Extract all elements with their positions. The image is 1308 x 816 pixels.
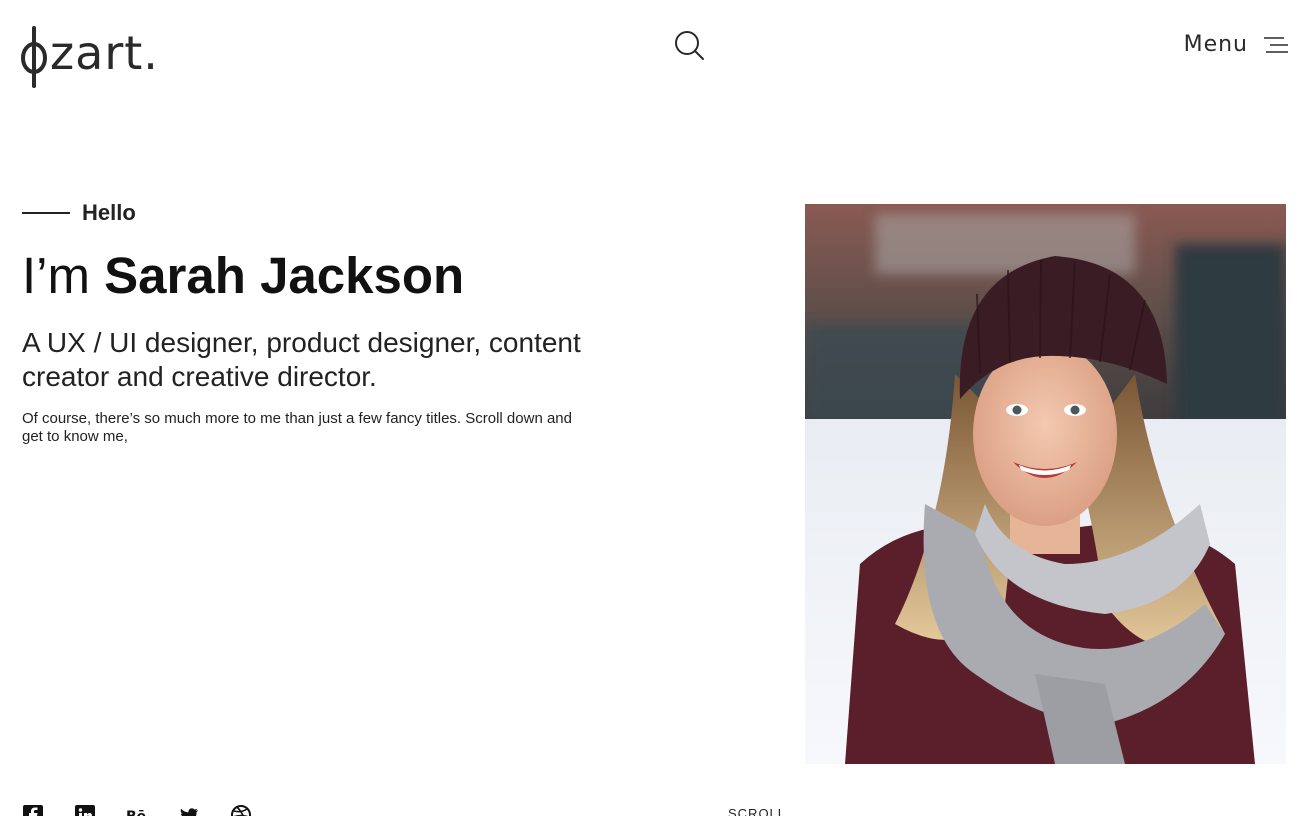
greeting-divider [22, 212, 70, 214]
linkedin-icon[interactable] [74, 804, 96, 816]
headline-name: Sarah Jackson [104, 247, 465, 304]
search-button[interactable] [671, 28, 707, 64]
hamburger-icon [1264, 36, 1288, 53]
facebook-icon[interactable] [22, 804, 44, 816]
svg-text:Bē: Bē [126, 809, 146, 816]
scroll-indicator[interactable]: SCROLL [728, 806, 786, 816]
menu-label: Menu [1183, 32, 1248, 57]
page: zart. Menu Hello I’m Sarah Jackson A UX … [0, 0, 1308, 816]
greeting-text: Hello [82, 200, 136, 225]
behance-icon[interactable]: Bē [126, 804, 148, 816]
logo-text: zart. [50, 26, 159, 80]
subtitle: A UX / UI designer, product designer, co… [22, 327, 581, 392]
phi-logo-icon [21, 26, 47, 88]
intro-text: Of course, there’s so much more to me th… [22, 410, 572, 445]
greeting-row: Hello [22, 200, 136, 226]
search-icon [675, 31, 704, 60]
menu-button[interactable]: Menu [1184, 32, 1288, 57]
headline: I’m Sarah Jackson [22, 246, 464, 306]
dribbble-icon[interactable] [230, 804, 252, 816]
social-links: Bē [22, 804, 252, 816]
twitter-icon[interactable] [178, 804, 200, 816]
portrait-photo [805, 204, 1286, 764]
logo[interactable]: zart. [20, 18, 159, 88]
headline-prefix: I’m [22, 247, 90, 304]
